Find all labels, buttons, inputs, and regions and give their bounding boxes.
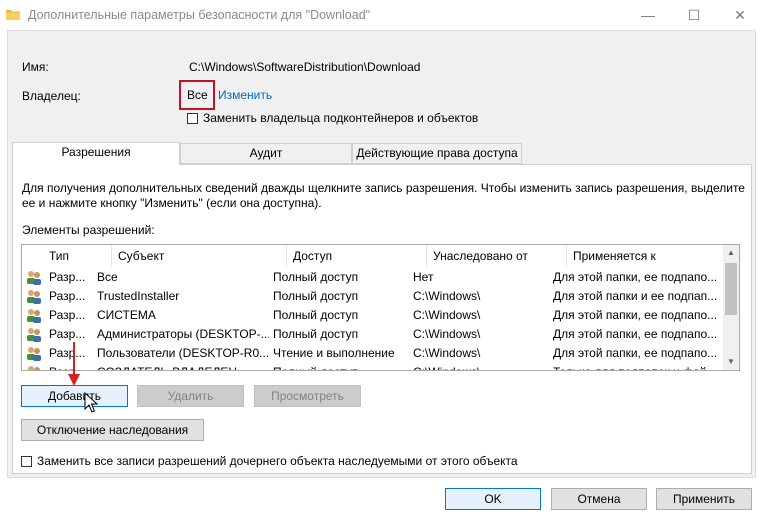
column-header-type[interactable]: Тип: [43, 245, 112, 267]
name-label: Имя:: [22, 60, 49, 74]
apply-button[interactable]: Применить: [656, 488, 752, 510]
cancel-button[interactable]: Отмена: [551, 488, 647, 510]
tab-audit[interactable]: Аудит: [180, 143, 352, 164]
column-header-subject[interactable]: Субъект: [112, 245, 287, 267]
users-icon: [27, 328, 41, 342]
scroll-down-arrow[interactable]: ▼: [723, 354, 739, 370]
table-row[interactable]: Разр... Администраторы (DESKTOP-... Полн…: [22, 325, 724, 344]
table-row[interactable]: Разр... Пользователи (DESKTOP-R0... Чтен…: [22, 344, 724, 363]
replace-child-label[interactable]: Заменить все записи разрешений дочернего…: [37, 454, 518, 468]
replace-owner-label[interactable]: Заменить владельца подконтейнеров и объе…: [203, 111, 478, 125]
row-access: Чтение и выполнение: [273, 346, 395, 360]
row-access: Полный доступ: [273, 363, 413, 370]
ok-button[interactable]: OK: [445, 488, 541, 510]
info-text-line2: ее и нажмите кнопку "Изменить" (если она…: [22, 196, 322, 210]
row-applies: Для этой папки, ее подпапо...: [553, 346, 718, 360]
owner-value: Все: [187, 88, 208, 102]
minimize-button[interactable]: —: [625, 0, 671, 30]
table-row[interactable]: Разр... СОЗДАТЕЛЬ-ВЛАДЕЛЕЦ Полный доступ…: [22, 363, 724, 370]
row-applies: Для этой папки и ее подпап...: [553, 289, 718, 303]
scroll-thumb[interactable]: [725, 263, 737, 315]
replace-child-checkbox[interactable]: [21, 456, 32, 467]
window-title: Дополнительные параметры безопасности дл…: [28, 8, 371, 22]
mouse-cursor-icon: [84, 392, 98, 413]
row-subject: СИСТЕМА: [97, 308, 156, 322]
row-inherited: C:\Windows\: [413, 363, 553, 370]
disable-inheritance-button[interactable]: Отключение наследования: [21, 419, 204, 441]
row-applies: Для этой папки, ее подпапо...: [553, 308, 718, 322]
close-button[interactable]: ✕: [717, 0, 763, 30]
table-row[interactable]: Разр... СИСТЕМА Полный доступ C:\Windows…: [22, 306, 724, 325]
tab-permissions[interactable]: Разрешения: [12, 142, 180, 165]
row-applies: Только для подпапок и фай...: [553, 363, 721, 370]
row-inherited: Нет: [413, 270, 434, 284]
users-icon: [27, 309, 41, 323]
column-header-access[interactable]: Доступ: [287, 245, 427, 267]
row-access: Полный доступ: [273, 289, 359, 303]
permissions-list-label: Элементы разрешений:: [22, 223, 155, 237]
scroll-up-arrow[interactable]: ▲: [723, 245, 739, 261]
name-value: C:\Windows\SoftwareDistribution\Download: [189, 60, 421, 74]
replace-owner-checkbox[interactable]: [187, 113, 198, 124]
row-subject: СОЗДАТЕЛЬ-ВЛАДЕЛЕЦ: [97, 363, 269, 370]
owner-change-link[interactable]: Изменить: [218, 88, 272, 102]
title-bar: Дополнительные параметры безопасности дл…: [0, 0, 763, 30]
users-icon: [27, 347, 41, 361]
row-inherited: C:\Windows\: [413, 308, 481, 322]
row-subject: Администраторы (DESKTOP-...: [97, 327, 269, 341]
row-inherited: C:\Windows\: [413, 289, 481, 303]
row-access: Полный доступ: [273, 308, 359, 322]
table-row[interactable]: Разр... TrustedInstaller Полный доступ C…: [22, 287, 724, 306]
owner-label: Владелец:: [22, 89, 81, 103]
row-applies: Для этой папки, ее подпапо...: [553, 270, 718, 284]
row-access: Полный доступ: [273, 270, 359, 284]
column-header-applies[interactable]: Применяется к: [567, 245, 724, 267]
tab-effective-access[interactable]: Действующие права доступа: [352, 143, 522, 164]
users-icon: [27, 271, 41, 285]
users-icon: [28, 366, 40, 370]
permissions-list[interactable]: Тип Субъект Доступ Унаследовано от Приме…: [21, 244, 740, 371]
row-access: Полный доступ: [273, 327, 359, 341]
row-inherited: C:\Windows\: [413, 327, 481, 341]
info-text-line1: Для получения дополнительных сведений дв…: [22, 181, 745, 195]
view-button[interactable]: Просмотреть: [254, 385, 361, 407]
row-subject: TrustedInstaller: [97, 289, 180, 303]
red-arrow-annotation: [68, 342, 80, 386]
column-header-inherited[interactable]: Унаследовано от: [427, 245, 567, 267]
remove-button[interactable]: Удалить: [137, 385, 244, 407]
users-icon: [27, 290, 41, 304]
folder-icon: [6, 10, 20, 20]
row-inherited: C:\Windows\: [413, 346, 481, 360]
row-subject: Все: [97, 270, 118, 284]
maximize-button[interactable]: ☐: [671, 0, 717, 30]
row-applies: Для этой папки, ее подпапо...: [553, 327, 718, 341]
table-row[interactable]: Разр... Все Полный доступ Нет Для этой п…: [22, 268, 724, 287]
row-subject: Пользователи (DESKTOP-R0...: [97, 346, 269, 360]
